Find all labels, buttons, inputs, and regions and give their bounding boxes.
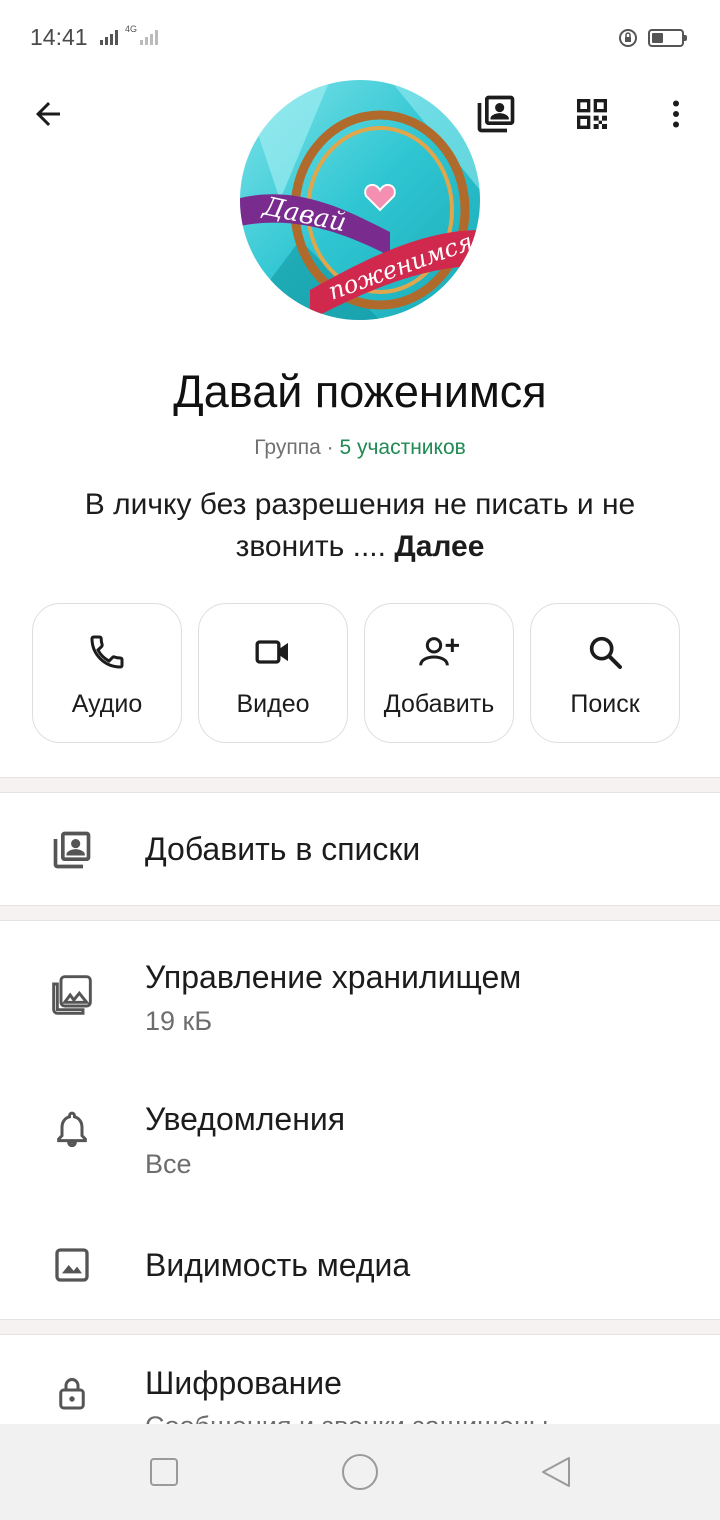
- home-circle-icon: [342, 1454, 378, 1490]
- back-triangle-icon: [542, 1457, 570, 1487]
- description-text: В личку без разрешения не писать и не зв…: [84, 488, 636, 563]
- recents-button[interactable]: [140, 1448, 188, 1496]
- group-type: Группа: [254, 436, 321, 459]
- media-visibility-label: Видимость медиа: [145, 1247, 411, 1283]
- phone-icon: [90, 635, 124, 669]
- arrow-left-icon: [36, 102, 60, 126]
- read-more-link[interactable]: Далее: [394, 530, 484, 563]
- notifications-value: Все: [145, 1149, 192, 1179]
- section-divider: [0, 1319, 720, 1335]
- contact-list-icon: [48, 826, 96, 874]
- contact-list-icon: [477, 95, 515, 133]
- more-options-button[interactable]: [650, 86, 702, 142]
- video-call-button[interactable]: Видео: [198, 603, 348, 743]
- add-to-lists-row[interactable]: Добавить в списки: [0, 793, 720, 905]
- group-description[interactable]: В личку без разрешения не писать и не зв…: [40, 484, 680, 568]
- rotation-lock-icon: [618, 28, 638, 53]
- encryption-description: Сообщения и звонки защищены: [145, 1411, 548, 1424]
- nav-back-button[interactable]: [532, 1448, 580, 1496]
- home-button[interactable]: [336, 1448, 384, 1496]
- audio-call-button[interactable]: Аудио: [32, 603, 182, 743]
- members-count-link[interactable]: 5 участников: [339, 436, 465, 459]
- status-bar: 14:41 4G: [0, 0, 720, 76]
- section-divider: [0, 777, 720, 793]
- group-avatar[interactable]: Давай поженимся: [240, 80, 480, 320]
- lock-icon: [48, 1369, 96, 1417]
- network-type: 4G: [125, 24, 138, 34]
- battery-icon: [648, 29, 687, 47]
- manage-storage-label: Управление хранилищем: [145, 959, 522, 995]
- section-divider: [0, 905, 720, 921]
- more-vertical-icon: [673, 100, 679, 128]
- notifications-row[interactable]: Уведомления Все: [0, 1071, 720, 1211]
- add-participant-button[interactable]: Добавить: [364, 603, 514, 743]
- add-person-icon: [419, 637, 459, 666]
- action-buttons: Аудио Видео Добавить Поиск: [32, 603, 680, 743]
- system-nav-bar: [0, 1424, 720, 1520]
- search-button[interactable]: Поиск: [530, 603, 680, 743]
- video-camera-icon: [255, 640, 288, 664]
- signal-icon: [100, 30, 118, 45]
- meta-separator: ·: [326, 436, 334, 459]
- image-icon: [48, 1241, 96, 1289]
- qr-code-icon: [577, 99, 607, 129]
- bell-icon: [48, 1105, 96, 1153]
- media-visibility-row[interactable]: Видимость медиа: [0, 1211, 720, 1319]
- notifications-label: Уведомления: [145, 1101, 346, 1137]
- storage-media-icon: [48, 971, 96, 1019]
- group-meta: Группа · 5 участников: [0, 436, 720, 460]
- signal-2-icon: [140, 30, 158, 45]
- add-to-lists-button[interactable]: [468, 86, 524, 142]
- qr-code-button[interactable]: [564, 86, 620, 142]
- storage-size: 19 кБ: [145, 1006, 213, 1036]
- add-to-lists-label: Добавить в списки: [145, 831, 421, 867]
- video-label: Видео: [236, 690, 310, 718]
- manage-storage-row[interactable]: Управление хранилищем 19 кБ: [0, 921, 720, 1071]
- add-label: Добавить: [383, 690, 495, 718]
- encryption-label: Шифрование: [145, 1365, 342, 1401]
- encryption-row[interactable]: Шифрование Сообщения и звонки защищены: [0, 1335, 720, 1424]
- status-time: 14:41: [30, 24, 88, 50]
- back-button[interactable]: [20, 86, 76, 142]
- search-label: Поиск: [570, 690, 640, 718]
- audio-label: Аудио: [71, 690, 143, 718]
- recents-square-icon: [150, 1458, 178, 1486]
- search-icon: [589, 636, 622, 669]
- group-name: Давай поженимся: [173, 366, 547, 417]
